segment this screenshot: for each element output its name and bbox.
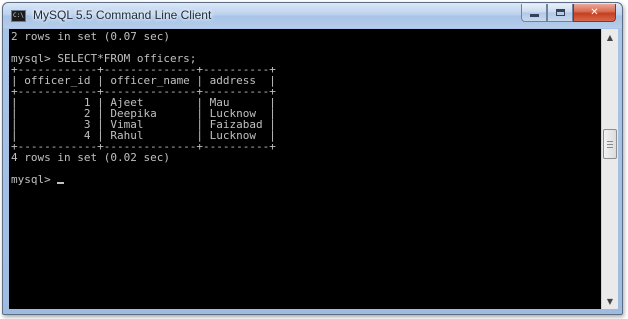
maximize-button[interactable] [547,4,573,22]
console-window: C:\ MySQL 5.5 Command Line Client ✕ 2 ro… [2,2,623,315]
window-controls: ✕ [521,4,616,23]
scroll-down-button[interactable]: ▼ [602,293,618,309]
console-output[interactable]: 2 rows in set (0.07 sec) mysql> SELECT*F… [9,29,601,309]
close-icon: ✕ [590,7,599,18]
console-line: 4 rows in set (0.02 sec) [11,151,170,164]
console-line: 2 rows in set (0.07 sec) [11,30,170,43]
window-title: MySQL 5.5 Command Line Client [33,8,212,22]
console-prompt: mysql> [11,173,58,186]
scroll-up-button[interactable]: ▲ [602,29,618,45]
minimize-icon [529,14,539,17]
up-arrow-icon: ▲ [606,32,614,42]
console-text: 2 rows in set (0.07 sec) mysql> SELECT*F… [9,29,601,185]
scrollbar-thumb[interactable] [603,129,617,159]
vertical-scrollbar[interactable]: ▲ ▼ [601,29,618,309]
down-arrow-icon: ▼ [606,296,614,306]
grip-icon [607,140,613,148]
title-bar[interactable]: C:\ MySQL 5.5 Command Line Client ✕ [3,3,622,28]
maximize-icon [555,9,565,16]
minimize-button[interactable] [521,4,547,22]
text-cursor [57,182,65,184]
mysql-console-icon: C:\ [11,10,26,22]
close-button[interactable]: ✕ [573,4,616,22]
